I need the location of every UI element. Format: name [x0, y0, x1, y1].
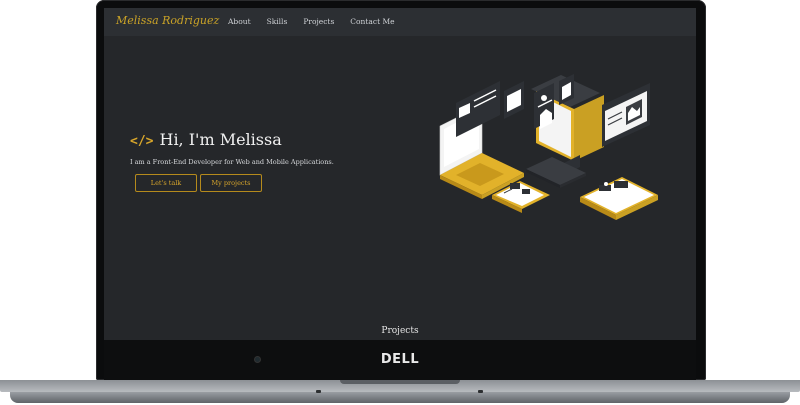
laptop-foot-left	[316, 390, 321, 393]
nav-links: About Skills Projects Contact Me	[228, 17, 395, 26]
top-navbar: Melissa Rodriguez About Skills Projects …	[104, 8, 696, 36]
site-logo[interactable]: Melissa Rodriguez	[116, 14, 219, 27]
browser-viewport: Melissa Rodriguez About Skills Projects …	[104, 8, 696, 340]
hero-illustration	[439, 74, 658, 220]
laptop-foot-right	[478, 390, 483, 393]
laptop-illustration	[439, 81, 524, 199]
nav-link-skills[interactable]: Skills	[267, 17, 288, 26]
window-illustration	[602, 83, 650, 147]
laptop-base-bottom	[10, 392, 790, 403]
monitor-illustration	[531, 74, 604, 175]
hero-subtitle: I am a Front-End Developer for Web and M…	[130, 158, 334, 166]
nav-link-contact[interactable]: Contact Me	[350, 17, 394, 26]
my-projects-button[interactable]: My projects	[200, 174, 262, 192]
code-icon: </>	[130, 134, 154, 149]
webcam-icon	[255, 357, 260, 362]
laptop-base	[0, 380, 800, 405]
projects-section-heading: Projects	[381, 326, 419, 336]
nav-link-about[interactable]: About	[228, 17, 251, 26]
laptop-notch	[340, 380, 460, 384]
dell-logo: DELL	[380, 352, 420, 367]
device-illustration	[580, 177, 658, 220]
hero-title: </> Hi, I'm Melissa	[130, 130, 282, 149]
lets-talk-button[interactable]: Let's talk	[135, 174, 197, 192]
nav-link-projects[interactable]: Projects	[303, 17, 334, 26]
hero-heading-text: Hi, I'm Melissa	[159, 130, 282, 149]
